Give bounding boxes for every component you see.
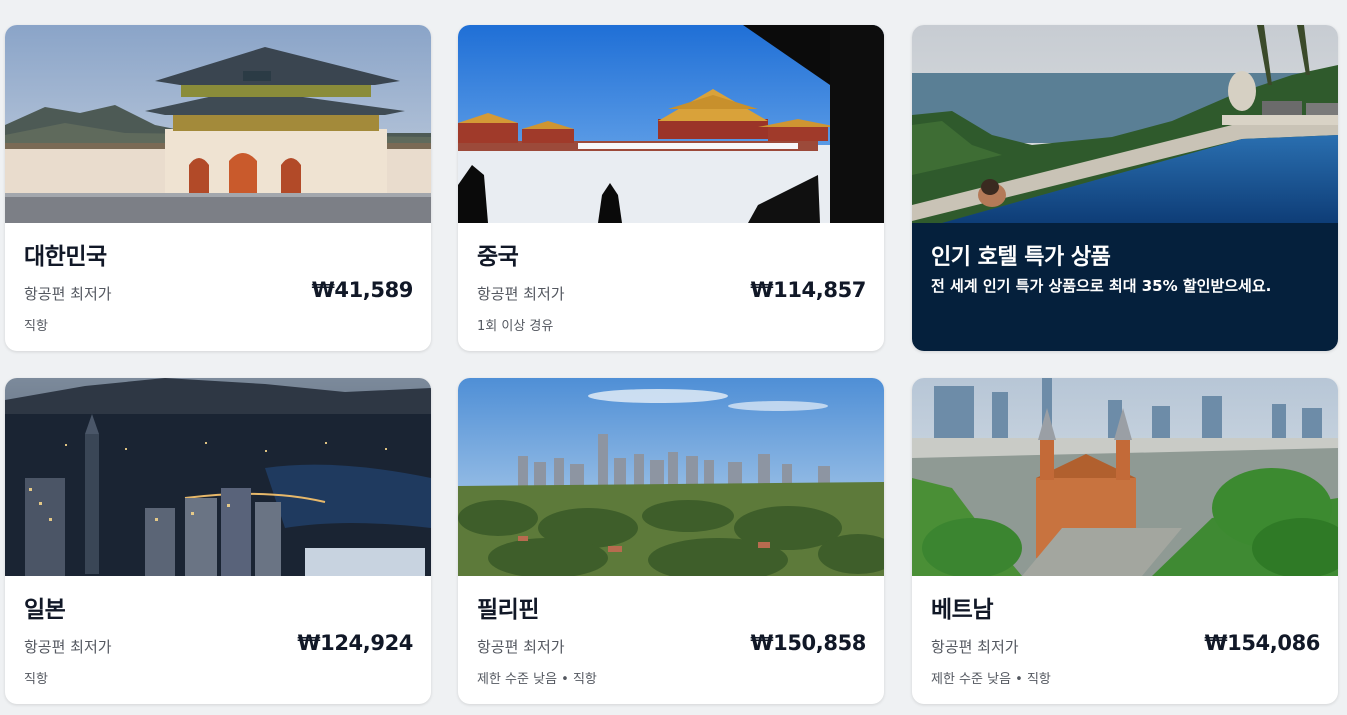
- destination-image-japan: [5, 378, 431, 576]
- destination-image-vietnam: [912, 378, 1338, 576]
- destination-title: 일본: [24, 597, 66, 623]
- destination-grid: 대한민국 항공편 최저가 ₩41,589 직항 중국 항공편 최저가 ₩114,…: [0, 0, 1347, 715]
- destination-image-philippines: [458, 378, 884, 576]
- destination-card-vietnam[interactable]: 베트남 항공편 최저가 ₩154,086 제한 수준 낮음 • 직항: [912, 378, 1338, 704]
- card-body: 베트남 항공편 최저가 ₩154,086 제한 수준 낮음 • 직항: [912, 576, 1338, 704]
- lowest-price: ₩114,857: [750, 278, 866, 302]
- price-label: 항공편 최저가: [24, 285, 112, 303]
- destination-card-philippines[interactable]: 필리핀 항공편 최저가 ₩150,858 제한 수준 낮음 • 직항: [458, 378, 884, 704]
- destination-card-japan[interactable]: 일본 항공편 최저가 ₩124,924 직항: [5, 378, 431, 704]
- destination-title: 필리핀: [477, 597, 539, 623]
- flight-note: 직항: [24, 672, 48, 687]
- price-label: 항공편 최저가: [24, 638, 112, 656]
- destination-image-china: [458, 25, 884, 223]
- flight-note: 직항: [24, 319, 48, 334]
- promo-title: 인기 호텔 특가 상품: [931, 245, 1111, 270]
- destination-title: 중국: [477, 244, 519, 270]
- flight-note: 1회 이상 경유: [477, 319, 554, 334]
- destination-image-korea: [5, 25, 431, 223]
- promo-description: 전 세계 인기 특가 상품으로 최대 35% 할인받으세요.: [931, 277, 1272, 295]
- card-body: 중국 항공편 최저가 ₩114,857 1회 이상 경유: [458, 223, 884, 351]
- destination-title: 베트남: [931, 597, 993, 623]
- lowest-price: ₩150,858: [750, 631, 866, 655]
- price-label: 항공편 최저가: [477, 285, 565, 303]
- lowest-price: ₩124,924: [297, 631, 413, 655]
- hotel-deals-promo-card[interactable]: 인기 호텔 특가 상품 전 세계 인기 특가 상품으로 최대 35% 할인받으세…: [912, 25, 1338, 351]
- promo-image-pool: [912, 25, 1338, 223]
- card-body: 일본 항공편 최저가 ₩124,924 직항: [5, 576, 431, 704]
- price-label: 항공편 최저가: [931, 638, 1019, 656]
- destination-card-korea[interactable]: 대한민국 항공편 최저가 ₩41,589 직항: [5, 25, 431, 351]
- price-label: 항공편 최저가: [477, 638, 565, 656]
- card-body: 필리핀 항공편 최저가 ₩150,858 제한 수준 낮음 • 직항: [458, 576, 884, 704]
- flight-note: 제한 수준 낮음 • 직항: [931, 672, 1051, 687]
- promo-body: 인기 호텔 특가 상품 전 세계 인기 특가 상품으로 최대 35% 할인받으세…: [912, 223, 1338, 351]
- card-body: 대한민국 항공편 최저가 ₩41,589 직항: [5, 223, 431, 351]
- destination-card-china[interactable]: 중국 항공편 최저가 ₩114,857 1회 이상 경유: [458, 25, 884, 351]
- destination-title: 대한민국: [24, 244, 107, 270]
- lowest-price: ₩154,086: [1204, 631, 1320, 655]
- lowest-price: ₩41,589: [311, 278, 414, 302]
- flight-note: 제한 수준 낮음 • 직항: [477, 672, 597, 687]
